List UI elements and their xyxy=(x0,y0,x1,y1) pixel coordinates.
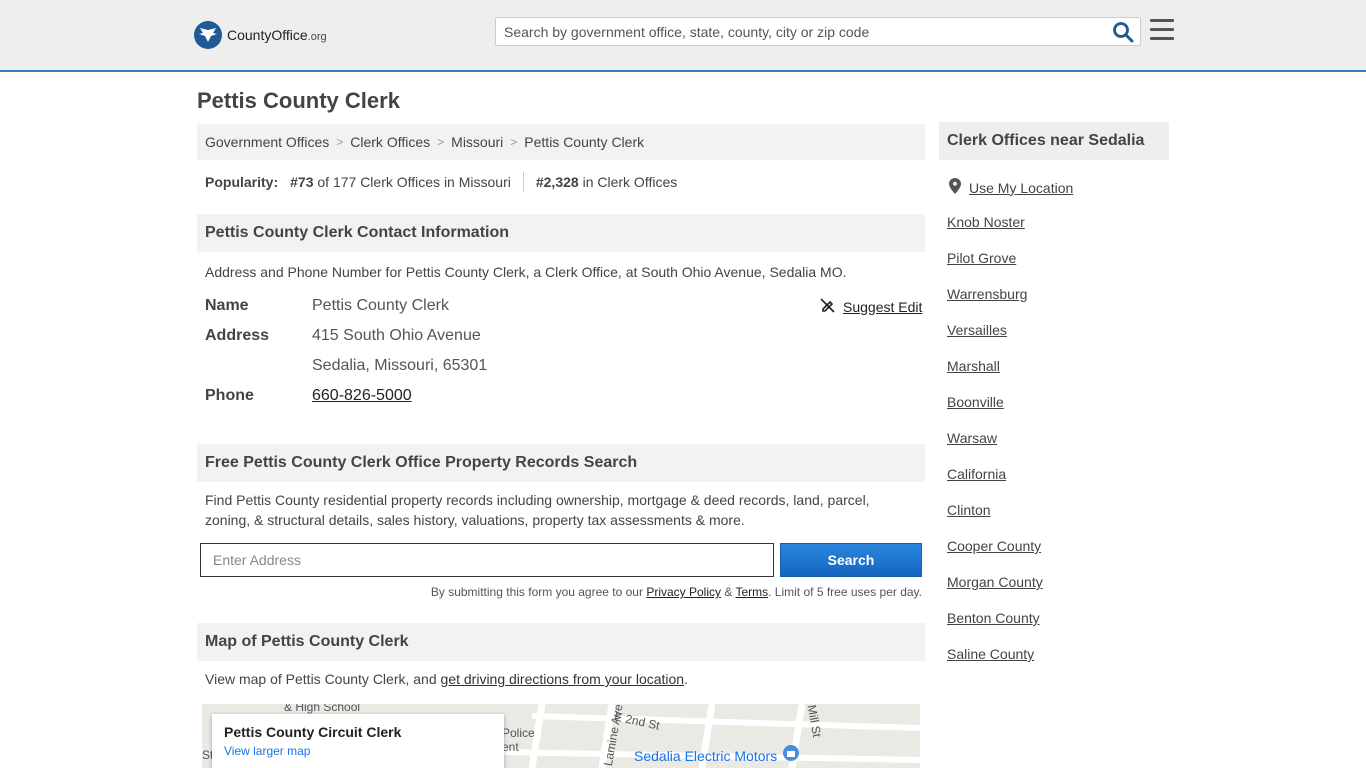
map-label-business: Sedalia Electric Motors xyxy=(634,748,778,764)
phone-value-wrap: 660-826-5000 xyxy=(312,387,412,405)
address-label: Address xyxy=(205,327,270,344)
disclaimer-suffix: . Limit of 5 free uses per day. xyxy=(768,585,922,599)
state-rank-text: of 177 Clerk Offices in Missouri xyxy=(317,174,511,190)
breadcrumb: Government Offices > Clerk Offices > Mis… xyxy=(197,124,925,160)
phone-link[interactable]: 660-826-5000 xyxy=(312,387,412,404)
list-item: Morgan County xyxy=(947,574,1043,610)
list-item: Saline County xyxy=(947,646,1043,682)
nearby-office-link[interactable]: Benton County xyxy=(947,610,1040,626)
embedded-map[interactable]: & High School Police ent E 2nd St Lamine… xyxy=(202,704,920,768)
popularity-label: Popularity: xyxy=(205,174,279,190)
name-value: Pettis County Clerk xyxy=(312,297,449,314)
terms-link[interactable]: Terms xyxy=(735,585,768,599)
list-item: Marshall xyxy=(947,358,1043,394)
address-search-input[interactable] xyxy=(200,543,774,577)
search-icon[interactable] xyxy=(1112,21,1134,43)
disclaimer-prefix: By submitting this form you agree to our xyxy=(430,585,647,599)
nearby-office-link[interactable]: Morgan County xyxy=(947,574,1043,590)
form-disclaimer: By submitting this form you agree to our… xyxy=(431,585,922,599)
suggest-edit: Suggest Edit xyxy=(820,298,922,316)
list-item: Cooper County xyxy=(947,538,1043,574)
list-item: Warsaw xyxy=(947,430,1043,466)
use-my-location-link[interactable]: Use My Location xyxy=(969,180,1073,196)
nearby-office-link[interactable]: Warrensburg xyxy=(947,286,1027,302)
nearby-offices-list: Knob Noster Pilot Grove Warrensburg Vers… xyxy=(947,214,1043,682)
site-search xyxy=(495,17,1141,46)
nearby-office-link[interactable]: Versailles xyxy=(947,322,1007,338)
national-rank: #2,328 xyxy=(535,174,579,190)
map-info-card: Pettis County Circuit Clerk View larger … xyxy=(212,714,504,768)
list-item: Versailles xyxy=(947,322,1043,358)
address-line1: 415 South Ohio Avenue xyxy=(312,327,481,344)
contact-description: Address and Phone Number for Pettis Coun… xyxy=(205,264,847,280)
logo-text: CountyOffice.org xyxy=(227,27,327,43)
address-search-button[interactable]: Search xyxy=(780,543,922,577)
logo-main: CountyOffice xyxy=(227,27,308,43)
chevron-right-icon: > xyxy=(437,135,445,149)
view-larger-map-link[interactable]: View larger map xyxy=(224,744,492,758)
location-pin-icon xyxy=(949,178,961,197)
site-search-input[interactable] xyxy=(496,18,1106,45)
map-description-prefix: View map of Pettis County Clerk, and xyxy=(205,671,441,687)
nearby-office-link[interactable]: Boonville xyxy=(947,394,1004,410)
popularity: Popularity: #73 of 177 Clerk Offices in … xyxy=(205,172,677,192)
divider xyxy=(522,172,524,192)
chevron-right-icon: > xyxy=(336,135,344,149)
map-label-school: & High School xyxy=(284,704,361,714)
list-item: Boonville xyxy=(947,394,1043,430)
use-location: Use My Location xyxy=(949,178,1073,197)
list-item: Pilot Grove xyxy=(947,250,1043,286)
property-heading: Free Pettis County Clerk Office Property… xyxy=(197,444,925,482)
edit-off-icon xyxy=(820,298,835,316)
map-label-police: Police xyxy=(502,726,535,740)
list-item: Clinton xyxy=(947,502,1043,538)
nearby-office-link[interactable]: Knob Noster xyxy=(947,214,1025,230)
national-rank-text: in Clerk Offices xyxy=(582,174,678,190)
nearby-office-link[interactable]: Cooper County xyxy=(947,538,1041,554)
nearby-office-link[interactable]: Warsaw xyxy=(947,430,997,446)
nearby-office-link[interactable]: Marshall xyxy=(947,358,1000,374)
breadcrumb-current[interactable]: Pettis County Clerk xyxy=(524,134,644,150)
nearby-office-link[interactable]: Clinton xyxy=(947,502,991,518)
map-label-ent: ent xyxy=(502,740,519,754)
hamburger-menu-icon[interactable] xyxy=(1150,19,1174,41)
list-item: Benton County xyxy=(947,610,1043,646)
breadcrumb-clerk-offices[interactable]: Clerk Offices xyxy=(350,134,430,150)
list-item: California xyxy=(947,466,1043,502)
page-title: Pettis County Clerk xyxy=(197,88,400,113)
nearby-office-link[interactable]: California xyxy=(947,466,1006,482)
breadcrumb-government-offices[interactable]: Government Offices xyxy=(205,134,329,150)
map-heading: Map of Pettis County Clerk xyxy=(197,623,925,661)
map-card-title: Pettis County Circuit Clerk xyxy=(224,724,402,740)
name-label: Name xyxy=(205,297,249,314)
address-line2: Sedalia, Missouri, 65301 xyxy=(312,357,488,374)
sidebar-heading: Clerk Offices near Sedalia xyxy=(939,122,1169,160)
chevron-right-icon: > xyxy=(510,135,518,149)
breadcrumb-missouri[interactable]: Missouri xyxy=(451,134,503,150)
site-header: CountyOffice.org xyxy=(0,0,1366,72)
disclaimer-amp: & xyxy=(721,585,736,599)
nearby-office-link[interactable]: Pilot Grove xyxy=(947,250,1016,266)
phone-label: Phone xyxy=(205,387,254,404)
suggest-edit-link[interactable]: Suggest Edit xyxy=(843,299,922,315)
site-logo[interactable]: CountyOffice.org xyxy=(194,20,327,50)
driving-directions-link[interactable]: get driving directions from your locatio… xyxy=(441,671,685,687)
map-description-suffix: . xyxy=(684,671,688,687)
logo-tld: .org xyxy=(307,31,327,43)
nearby-office-link[interactable]: Saline County xyxy=(947,646,1034,662)
eagle-icon xyxy=(194,21,222,49)
state-rank: #73 xyxy=(290,174,314,190)
privacy-policy-link[interactable]: Privacy Policy xyxy=(646,585,721,599)
property-description-2: zoning, & structural details, sales hist… xyxy=(205,512,745,528)
contact-heading: Pettis County Clerk Contact Information xyxy=(197,214,925,252)
property-description-1: Find Pettis County residential property … xyxy=(205,492,870,508)
list-item: Knob Noster xyxy=(947,214,1043,250)
map-description: View map of Pettis County Clerk, and get… xyxy=(205,669,688,689)
list-item: Warrensburg xyxy=(947,286,1043,322)
